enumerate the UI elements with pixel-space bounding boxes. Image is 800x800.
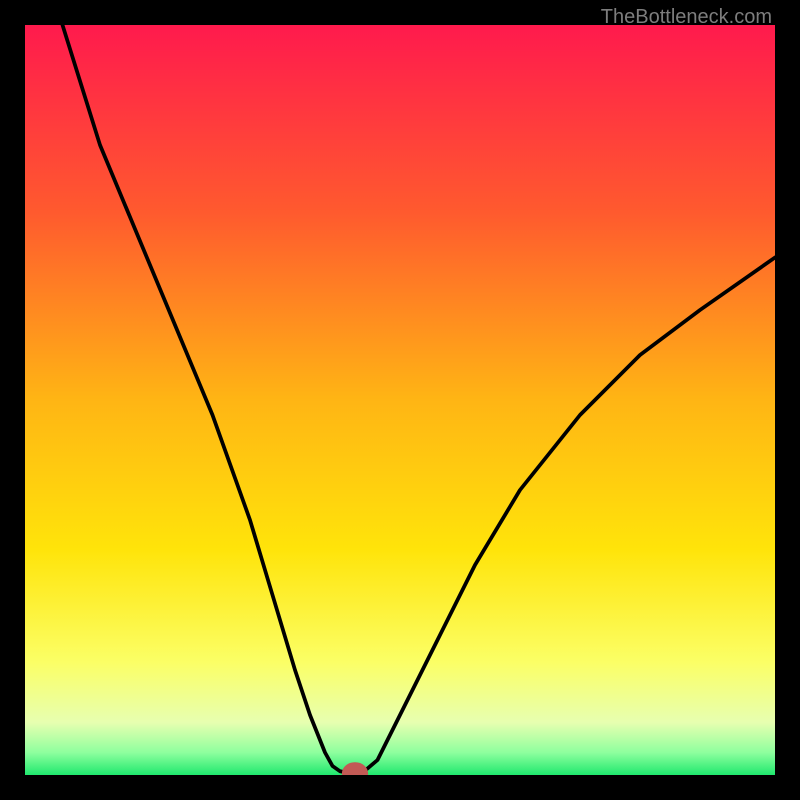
chart-frame: TheBottleneck.com bbox=[0, 0, 800, 800]
plot-area bbox=[25, 25, 775, 775]
bottleneck-curve bbox=[25, 25, 775, 775]
watermark-text: TheBottleneck.com bbox=[601, 6, 772, 29]
